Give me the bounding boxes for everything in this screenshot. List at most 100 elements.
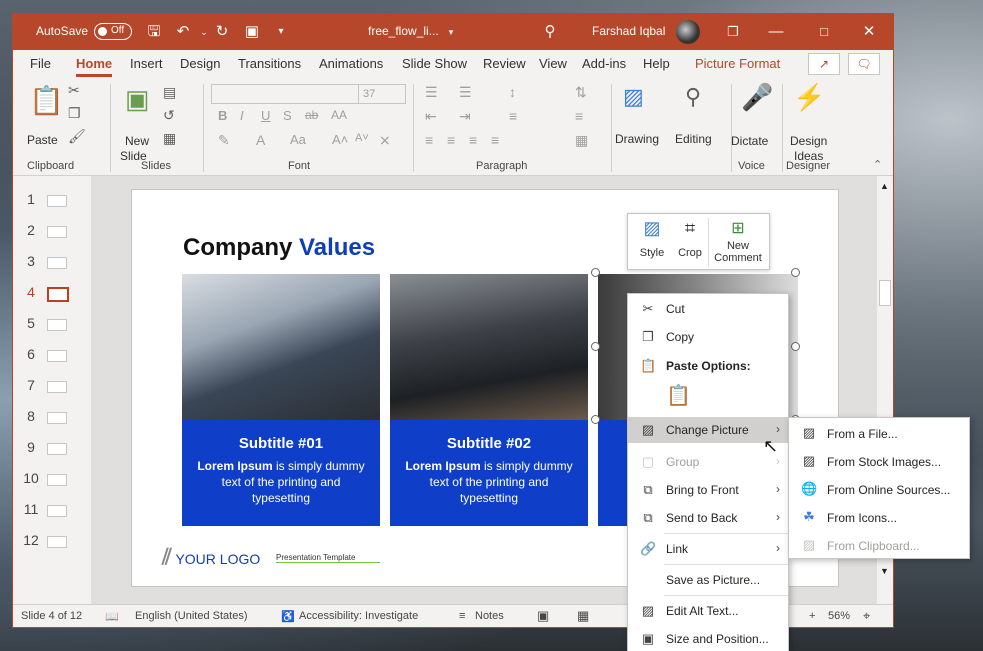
layout-icon[interactable]: ▤ bbox=[163, 84, 176, 101]
tab-add-ins[interactable]: Add-ins bbox=[582, 56, 626, 71]
minimize-icon[interactable]: — bbox=[766, 22, 786, 42]
thumbnail-number[interactable]: 10 bbox=[21, 470, 41, 486]
thumbnail-number[interactable]: 2 bbox=[21, 222, 41, 238]
editing-icon[interactable]: ⚲ bbox=[685, 84, 701, 110]
menu-item-cut[interactable]: ✂ Cut bbox=[628, 296, 788, 322]
menu-item-copy[interactable]: ❐ Copy bbox=[628, 324, 788, 350]
text-direction-icon[interactable]: ⇅ bbox=[575, 84, 587, 101]
resize-handle[interactable] bbox=[791, 268, 800, 277]
tab-home[interactable]: Home bbox=[76, 56, 113, 77]
numbering-icon[interactable]: ☰ bbox=[459, 84, 472, 101]
microphone-icon[interactable]: 🎤 bbox=[741, 82, 773, 113]
menu-item-size-and-position[interactable]: ▣ Size and Position... bbox=[628, 626, 788, 651]
thumbnail[interactable] bbox=[47, 257, 67, 269]
line-spacing-icon[interactable]: ↕ bbox=[509, 84, 516, 100]
align-text-icon[interactable]: ≡ bbox=[575, 108, 583, 124]
menu-item-save-as-picture[interactable]: Save as Picture... bbox=[628, 567, 788, 593]
spelling-icon[interactable]: 📖 bbox=[105, 610, 119, 623]
thumbnail[interactable] bbox=[47, 505, 67, 517]
paste-keep-source-icon[interactable]: 📋 bbox=[666, 383, 691, 409]
maximize-icon[interactable]: □ bbox=[814, 22, 834, 42]
share-button[interactable]: ↗ bbox=[808, 53, 840, 75]
thumbnail[interactable] bbox=[47, 536, 67, 548]
increase-font-icon[interactable]: A˄ bbox=[332, 132, 348, 147]
bold-button[interactable]: B bbox=[218, 108, 227, 123]
language-status[interactable]: English (United States) bbox=[135, 610, 248, 622]
scroll-up-icon[interactable]: ▲ bbox=[880, 181, 889, 191]
tab-review[interactable]: Review bbox=[483, 56, 526, 71]
thumbnail-current[interactable] bbox=[47, 287, 69, 302]
font-size-box[interactable]: 37 bbox=[358, 84, 406, 104]
highlight-icon[interactable]: ✎ bbox=[218, 132, 230, 149]
save-icon[interactable]: 🖫 bbox=[144, 22, 164, 42]
justify-icon[interactable]: ≡ bbox=[491, 132, 499, 148]
resize-handle[interactable] bbox=[791, 342, 800, 351]
thumbnail[interactable] bbox=[47, 319, 67, 331]
resize-handle[interactable] bbox=[591, 268, 600, 277]
style-button[interactable]: ▨ Style bbox=[636, 218, 668, 259]
tab-slide-show[interactable]: Slide Show bbox=[402, 56, 467, 71]
resize-handle[interactable] bbox=[591, 415, 600, 424]
menu-item-edit-alt-text[interactable]: ▨ Edit Alt Text... bbox=[628, 598, 788, 624]
thumbnail-number[interactable]: 6 bbox=[21, 346, 41, 362]
underline-button[interactable]: U bbox=[261, 108, 270, 123]
strikethrough-button[interactable]: ab bbox=[305, 108, 318, 122]
decrease-indent-icon[interactable]: ⇤ bbox=[425, 108, 437, 125]
columns-icon[interactable]: ≡ bbox=[509, 108, 517, 124]
accessibility-icon[interactable]: ♿ bbox=[281, 610, 295, 623]
undo-icon[interactable]: ↶ bbox=[173, 22, 193, 42]
slide-title[interactable]: Company Values bbox=[183, 234, 375, 262]
italic-button[interactable]: I bbox=[240, 108, 244, 123]
filename-dropdown-icon[interactable]: ▾ bbox=[441, 22, 461, 42]
search-icon[interactable]: ⚲ bbox=[540, 22, 560, 42]
decrease-font-icon[interactable]: A˅ bbox=[355, 132, 369, 144]
change-case-icon[interactable]: Aa bbox=[290, 132, 306, 147]
format-painter-icon[interactable]: 🖌 bbox=[68, 128, 86, 145]
submenu-item-from-stock[interactable]: ▨ From Stock Images... bbox=[789, 447, 969, 475]
comments-button[interactable]: 🗨 bbox=[848, 53, 880, 75]
submenu-item-from-online[interactable]: 🌐 From Online Sources... bbox=[789, 475, 969, 503]
tab-picture-format[interactable]: Picture Format bbox=[695, 56, 780, 71]
menu-item-send-to-back[interactable]: ⧉ Send to Back › bbox=[628, 505, 788, 531]
copy-icon[interactable]: ❐ bbox=[68, 105, 81, 122]
fit-to-window-icon[interactable]: ⌖ bbox=[863, 608, 870, 624]
crop-button[interactable]: ⌗ Crop bbox=[675, 218, 705, 259]
thumbnail[interactable] bbox=[47, 381, 67, 393]
clear-format-icon[interactable]: ⨯ bbox=[379, 132, 391, 149]
align-right-icon[interactable]: ≡ bbox=[469, 132, 477, 148]
office-photo-1[interactable] bbox=[182, 274, 380, 420]
thumbnail-number-current[interactable]: 4 bbox=[21, 284, 41, 300]
font-name-box[interactable] bbox=[211, 84, 359, 104]
thumbnail[interactable] bbox=[47, 474, 67, 486]
thumbnail[interactable] bbox=[47, 412, 67, 424]
tab-insert[interactable]: Insert bbox=[130, 56, 163, 71]
menu-item-bring-to-front[interactable]: ⧉ Bring to Front › bbox=[628, 477, 788, 503]
submenu-item-from-file[interactable]: ▨ From a File... bbox=[789, 419, 969, 447]
tab-transitions[interactable]: Transitions bbox=[238, 56, 301, 71]
normal-view-icon[interactable]: ▣ bbox=[537, 608, 549, 624]
thumbnail-number[interactable]: 5 bbox=[21, 315, 41, 331]
slide-sorter-icon[interactable]: ▦ bbox=[577, 608, 589, 624]
cut-icon[interactable]: ✂ bbox=[68, 82, 80, 99]
value-card-2[interactable]: Subtitle #02 Lorem Ipsum is simply dummy… bbox=[390, 274, 588, 526]
accessibility-status[interactable]: Accessibility: Investigate bbox=[299, 610, 418, 622]
zoom-in-icon[interactable]: + bbox=[809, 610, 815, 622]
file-name[interactable]: free_flow_li... bbox=[368, 24, 439, 38]
notes-button[interactable]: Notes bbox=[475, 610, 504, 622]
smartart-icon[interactable]: ▦ bbox=[575, 132, 588, 149]
menu-item-link[interactable]: 🔗 Link › bbox=[628, 536, 788, 562]
bullets-icon[interactable]: ☰ bbox=[425, 84, 438, 101]
paste-icon[interactable]: 📋 bbox=[29, 84, 64, 117]
thumbnail[interactable] bbox=[47, 350, 67, 362]
thumbnail-number[interactable]: 12 bbox=[21, 532, 41, 548]
autosave-toggle[interactable]: Off bbox=[94, 23, 132, 40]
thumbnail-number[interactable]: 11 bbox=[21, 501, 41, 517]
thumbnail[interactable] bbox=[47, 195, 67, 207]
close-icon[interactable]: ✕ bbox=[859, 22, 879, 42]
reset-icon[interactable]: ↺ bbox=[163, 107, 175, 124]
thumbnail-number[interactable]: 7 bbox=[21, 377, 41, 393]
new-comment-button[interactable]: ⊞ New Comment bbox=[712, 218, 764, 264]
thumbnail[interactable] bbox=[47, 443, 67, 455]
submenu-item-from-icons[interactable]: ☘ From Icons... bbox=[789, 503, 969, 531]
ribbon-display-icon[interactable]: ❐ bbox=[723, 22, 743, 42]
